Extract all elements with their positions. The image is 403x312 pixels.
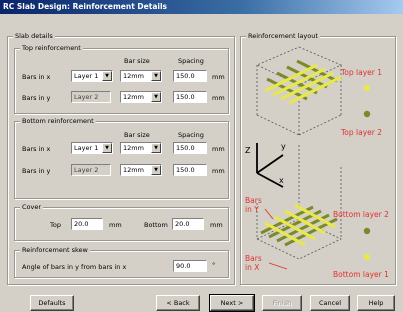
- top-bars-x-spacing-input[interactable]: 150.0: [173, 70, 207, 82]
- top-spacing-header: Spacing: [178, 57, 204, 65]
- bottom-bars-x-size-select[interactable]: 12mm ▼: [120, 142, 162, 154]
- cover-top-input[interactable]: 20.0: [71, 218, 103, 230]
- cover-bottom-input[interactable]: 20.0: [172, 218, 204, 230]
- bottom-bars-x-layer-select[interactable]: Layer 1 ▼: [71, 142, 113, 154]
- reinforcement-layout-title: Reinforcement layout: [246, 32, 320, 40]
- bottom-bars-x-spacing-input[interactable]: 150.0: [173, 142, 207, 154]
- bottom-bars-y-unit: mm: [212, 167, 225, 175]
- bottom-bar-size-header: Bar size: [124, 131, 150, 139]
- top-layer-2-label: Top layer 2: [340, 128, 382, 137]
- help-button[interactable]: Help: [357, 295, 395, 311]
- bars-in-y-label-line1: Bars: [245, 196, 262, 205]
- bar: [274, 215, 316, 241]
- bars-in-x-label-line2: in X: [245, 263, 259, 272]
- chevron-down-icon[interactable]: ▼: [151, 165, 161, 175]
- top-reinforcement-title: Top reinforcement: [20, 44, 83, 52]
- chevron-down-icon[interactable]: ▼: [102, 143, 112, 153]
- chevron-down-icon[interactable]: ▼: [151, 71, 161, 81]
- chevron-down-icon[interactable]: ▼: [102, 71, 112, 81]
- top-bars-x-unit: mm: [212, 73, 225, 81]
- cover-top-unit: mm: [109, 221, 122, 229]
- cover-bottom-label: Bottom: [144, 221, 168, 229]
- bottom-layer-1-dot: [363, 253, 371, 261]
- reinforcement-layout-diagram: Z y x Bars in Y Bars in X Top layer 1 To…: [245, 46, 389, 279]
- bars-in-y-label-line2: in Y: [245, 205, 259, 214]
- bottom-spacing-header: Spacing: [178, 131, 204, 139]
- axis-z-label: Z: [245, 146, 251, 155]
- window-title: RC Slab Design: Reinforcement Details: [0, 0, 403, 14]
- top-slab-edge: [256, 114, 300, 136]
- top-bars-x-label: Bars in x: [22, 73, 51, 81]
- bottom-layer-2-dot: [363, 227, 371, 235]
- bar: [264, 221, 306, 247]
- skew-title: Reinforcement skew: [20, 246, 90, 254]
- chevron-down-icon[interactable]: ▼: [151, 143, 161, 153]
- bottom-layer-1-label: Bottom layer 1: [333, 270, 389, 279]
- axis-x-label: x: [279, 176, 284, 185]
- cover-top-label: Top: [50, 221, 61, 229]
- defaults-button[interactable]: Defaults: [30, 295, 74, 311]
- back-button[interactable]: < Back: [156, 295, 200, 311]
- slab-details-title: Slab details: [13, 32, 55, 40]
- skew-unit: °: [212, 261, 216, 269]
- bottom-bars-x-label: Bars in x: [22, 145, 51, 153]
- skew-angle-input[interactable]: 90.0: [173, 260, 207, 272]
- top-layer-1-bars: [264, 63, 342, 105]
- top-bars-x-size-select[interactable]: 12mm ▼: [120, 70, 162, 82]
- top-bars-x-layer-select[interactable]: Layer 1 ▼: [71, 70, 113, 82]
- dialog-body: Slab details Top reinforcement Bar size …: [0, 14, 403, 312]
- bottom-bars-y-label: Bars in y: [22, 167, 51, 175]
- finish-button: Finish: [262, 295, 302, 311]
- top-bars-y-size-select[interactable]: 12mm ▼: [120, 91, 162, 103]
- bottom-bars-y-spacing-input[interactable]: 150.0: [173, 164, 207, 176]
- cover-title: Cover: [20, 203, 44, 211]
- bottom-bars-x-unit: mm: [212, 145, 225, 153]
- top-layer-2-dot: [363, 110, 371, 118]
- top-bars-y-layer-field: Layer 2: [71, 91, 111, 103]
- top-bars-y-spacing-input[interactable]: 150.0: [173, 91, 207, 103]
- y-axis: [256, 154, 284, 174]
- bars-in-x-pointer: [268, 262, 288, 270]
- bars-in-x-label-line1: Bars: [245, 254, 262, 263]
- bar: [284, 209, 326, 235]
- top-bar-size-header: Bar size: [124, 57, 150, 65]
- skew-label: Angle of bars in y from bars in x: [22, 263, 127, 271]
- top-layer-1-label: Top layer 1: [340, 68, 382, 77]
- top-bars-y-unit: mm: [212, 94, 225, 102]
- cover-bottom-unit: mm: [210, 221, 223, 229]
- cancel-button[interactable]: Cancel: [310, 295, 350, 311]
- chevron-down-icon[interactable]: ▼: [151, 92, 161, 102]
- bars-in-y-pointer: [264, 208, 274, 220]
- bottom-layer-2-label: Bottom layer 2: [333, 210, 389, 219]
- bottom-bars-y-layer-field: Layer 2: [71, 164, 111, 176]
- bottom-reinforcement-title: Bottom reinforcement: [20, 117, 96, 125]
- bottom-bars-y-size-select[interactable]: 12mm ▼: [120, 164, 162, 176]
- top-layer-1-dot: [363, 84, 371, 92]
- top-bars-y-label: Bars in y: [22, 94, 51, 102]
- axis-y-label: y: [281, 142, 286, 151]
- next-button[interactable]: Next >: [209, 294, 255, 312]
- top-slab-edge: [298, 114, 342, 136]
